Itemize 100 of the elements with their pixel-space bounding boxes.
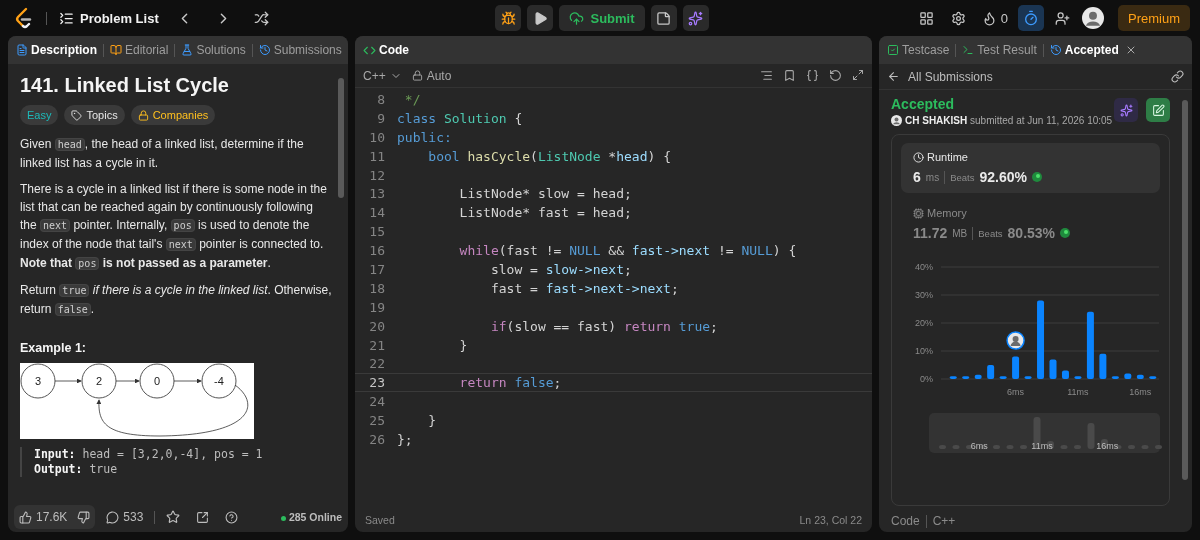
- chart-bar[interactable]: [1086, 311, 1094, 379]
- submit-button[interactable]: Submit: [559, 5, 645, 31]
- beats-icon: [1060, 228, 1071, 238]
- line-number: 22: [368, 356, 386, 372]
- example-line: Output: true: [34, 462, 119, 477]
- chart-bar[interactable]: [1149, 376, 1157, 379]
- settings-icon: [951, 10, 967, 26]
- code-line: class Solution {: [397, 110, 523, 126]
- logo-icon[interactable]: [14, 7, 34, 29]
- sparkles-icon: [1119, 103, 1133, 117]
- line-number: 17: [368, 261, 386, 277]
- chart-bar[interactable]: [1074, 376, 1082, 379]
- axis-label: 6ms: [1007, 387, 1025, 397]
- stat-value: 11.72: [913, 225, 948, 241]
- panel-tab[interactable]: Accepted: [1047, 39, 1121, 61]
- beats-label: Beats: [978, 227, 1003, 239]
- format-icon[interactable]: [760, 69, 773, 82]
- chart-bar[interactable]: [1049, 359, 1057, 379]
- line-number: 26: [368, 431, 386, 447]
- bookmark-icon[interactable]: [783, 69, 796, 82]
- link-icon[interactable]: [1171, 70, 1184, 83]
- code-line: }: [458, 337, 468, 353]
- code-line: bool hasCycle(ListNode *head) {: [427, 148, 671, 164]
- code-line: ListNode* fast = head;: [458, 205, 632, 221]
- chart-bar[interactable]: [1136, 374, 1144, 379]
- chart-bar[interactable]: [1124, 373, 1132, 379]
- axis-label: 16ms: [1096, 441, 1119, 451]
- help-icon: [225, 510, 239, 524]
- all-submissions-link[interactable]: All Submissions: [908, 69, 993, 84]
- tag-chip[interactable]: Easy: [20, 105, 59, 125]
- line-number: 8: [376, 91, 386, 107]
- chart-bar[interactable]: [1061, 370, 1069, 379]
- lock-icon: [137, 109, 149, 121]
- chart-bar[interactable]: [1024, 376, 1032, 379]
- ai-analysis-button[interactable]: [1114, 98, 1138, 122]
- mode-toggle[interactable]: Auto: [411, 68, 452, 83]
- tag-chip[interactable]: Topics: [64, 105, 125, 125]
- chart-bar[interactable]: [999, 376, 1007, 379]
- line-number: 18: [368, 280, 386, 296]
- chart-bar[interactable]: [987, 365, 995, 379]
- chart-bar[interactable]: [1037, 300, 1045, 379]
- axis-label: 6ms: [970, 441, 988, 451]
- comments-button[interactable]: 533: [101, 505, 149, 529]
- avatar-icon[interactable]: [1082, 7, 1104, 29]
- history-icon: [1049, 44, 1062, 56]
- problem-list-link[interactable]: Problem List: [59, 10, 159, 26]
- verdict-title: Accepted: [891, 96, 956, 112]
- scrollbar[interactable]: [338, 78, 344, 198]
- chart-bar[interactable]: [1012, 356, 1020, 379]
- stat-value: 6: [913, 169, 921, 185]
- panel-tab[interactable]: Description: [14, 39, 99, 61]
- panel-tab[interactable]: Testcase: [885, 39, 952, 61]
- chart-bar[interactable]: [1111, 376, 1119, 379]
- back-arrow-icon[interactable]: [887, 70, 900, 83]
- share-icon: [196, 510, 210, 524]
- edit-button[interactable]: [1146, 98, 1170, 122]
- stat-card[interactable]: Memory 11.72 MB Beats 80.53%: [901, 199, 1160, 249]
- example-title: Example 1:: [20, 341, 87, 355]
- reset-icon[interactable]: [829, 69, 842, 82]
- linked-list-diagram: 3 2 0 -4: [20, 363, 254, 439]
- panel-tab[interactable]: Editorial: [108, 39, 171, 61]
- line-number: 23: [368, 375, 386, 391]
- chart-bar[interactable]: [974, 374, 982, 379]
- sparkle-button[interactable]: [682, 5, 709, 31]
- timer-button[interactable]: [1018, 5, 1044, 31]
- line-number: 14: [368, 205, 386, 221]
- chart-bar[interactable]: [962, 376, 970, 379]
- tag-chip[interactable]: Companies: [130, 105, 216, 125]
- axis-label: 16ms: [1129, 387, 1152, 397]
- sparkles-icon: [688, 10, 704, 26]
- chart-bar[interactable]: [949, 376, 957, 379]
- code-line: public:: [397, 129, 452, 145]
- chart-overview[interactable]: 6ms 11ms 16ms: [929, 413, 1160, 453]
- edit-icon: [1151, 103, 1165, 117]
- notes-button[interactable]: [650, 5, 677, 31]
- chart-bar[interactable]: [1099, 353, 1107, 379]
- scrollbar[interactable]: [1182, 100, 1188, 480]
- code-line: fast = fast->next->next;: [489, 280, 679, 296]
- stat-unit: MB: [952, 227, 968, 239]
- code-line: ListNode* slow = head;: [458, 186, 632, 202]
- line-number: 25: [368, 413, 386, 429]
- panel-tab[interactable]: Test Result: [960, 39, 1039, 61]
- panel-tab[interactable]: Code: [361, 39, 411, 61]
- problem-title: 141. Linked List Cycle: [20, 74, 230, 97]
- line-number: 16: [368, 243, 386, 259]
- code-line: }: [427, 413, 437, 429]
- premium-button[interactable]: Premium: [1118, 5, 1190, 31]
- panel-tab[interactable]: Submissions: [256, 39, 344, 61]
- tag-icon: [71, 109, 83, 121]
- braces-icon[interactable]: [806, 69, 819, 82]
- debug-button[interactable]: [495, 5, 522, 31]
- language-dropdown[interactable]: C++: [363, 68, 402, 83]
- panel-tab[interactable]: Solutions: [179, 39, 248, 61]
- streak-counter[interactable]: 0: [977, 5, 1012, 31]
- line-number: 9: [376, 110, 386, 126]
- stat-card[interactable]: Runtime 6 ms Beats 92.60%: [901, 143, 1160, 193]
- avatar-marker[interactable]: [1006, 331, 1025, 350]
- run-button[interactable]: [527, 5, 554, 31]
- code-line: if(slow == fast) return true;: [489, 318, 718, 334]
- expand-icon[interactable]: [852, 69, 864, 81]
